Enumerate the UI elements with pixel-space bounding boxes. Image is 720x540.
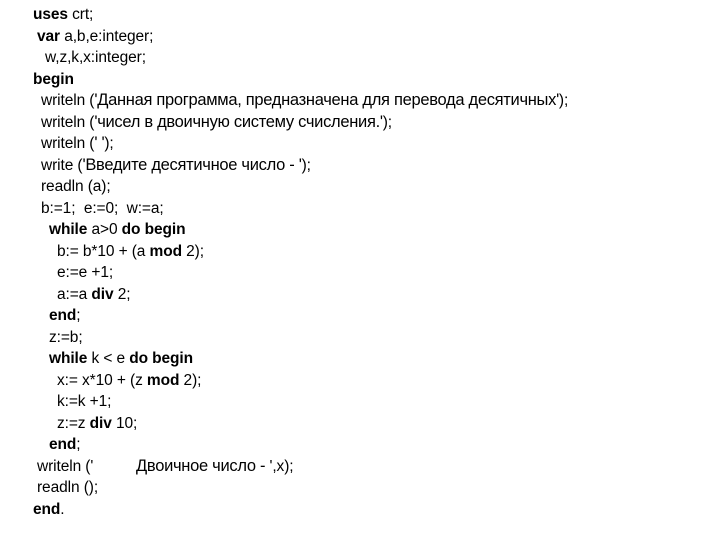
code-line: while k < e do begin — [33, 348, 568, 370]
code-text: ); — [104, 135, 114, 152]
code-line: writeln (' '); — [33, 133, 568, 155]
code-line: var a,b,e:integer; — [33, 26, 568, 48]
code-line: readln (); — [33, 477, 568, 499]
code-line: e:=e +1; — [33, 262, 568, 284]
code-text: 10; — [111, 414, 138, 432]
code-text: w,z,k,x:integer; — [45, 49, 146, 66]
code-text: writeln ( — [41, 135, 95, 152]
code-text: z:=z — [57, 414, 90, 432]
string-literal: 'Введите десятичное число - ' — [82, 155, 302, 174]
code-text: ',x); — [269, 457, 294, 475]
keyword: begin — [33, 70, 74, 88]
keyword: do begin — [121, 221, 186, 238]
code-text: 2); — [181, 242, 204, 260]
code-line: begin — [33, 69, 568, 91]
code-line: writeln ('Данная программа, предназначен… — [33, 90, 568, 112]
code-text: k:=k +1; — [57, 393, 112, 410]
code-text: writeln (' — [37, 457, 94, 475]
code-text: ); — [301, 156, 311, 174]
string-literal: 'Данная программа, предназначена для пер… — [94, 91, 559, 109]
code-text: a>0 — [87, 221, 122, 238]
code-text: readln (a); — [41, 178, 111, 195]
keyword: do begin — [129, 350, 193, 367]
code-line: b:=1; e:=0; w:=a; — [33, 198, 568, 220]
code-text: a:=a — [57, 285, 92, 303]
code-text: 2; — [113, 285, 131, 303]
code-text: write ( — [41, 156, 83, 174]
code-text: ; — [76, 436, 81, 453]
code-text: ; — [76, 307, 81, 324]
code-text: crt; — [67, 6, 94, 23]
code-listing: uses crt; var a,b,e:integer; w,z,k,x:integ… — [33, 4, 568, 520]
keyword: var — [37, 27, 60, 45]
string-literal: Двоичное число - — [93, 456, 270, 475]
keyword: while — [49, 350, 88, 367]
code-text: e:=e +1; — [57, 264, 114, 281]
code-line: end; — [33, 434, 568, 456]
string-literal: 'чисел в двоичную систему счисления.' — [94, 112, 383, 131]
code-text: 2); — [179, 371, 202, 389]
code-line: z:=b; — [33, 327, 568, 349]
code-line: end. — [33, 499, 568, 521]
code-line: uses crt; — [33, 4, 568, 26]
code-text: b:=1; e:=0; w:=a; — [41, 199, 164, 217]
code-line: while a>0 do begin — [33, 219, 568, 241]
code-text: k < e — [87, 350, 130, 367]
code-text: readln (); — [37, 479, 99, 496]
code-text: writeln ( — [41, 92, 95, 109]
code-line: writeln (' Двоичное число - ',x); — [33, 456, 568, 478]
code-line: write ('Введите десятичное число - '); — [33, 155, 568, 177]
code-line: writeln ('чисел в двоичную систему счисл… — [33, 112, 568, 134]
code-text: b:= b*10 + (a — [57, 242, 150, 260]
code-text: writeln ( — [41, 113, 95, 131]
code-line: end; — [33, 305, 568, 327]
keyword: mod — [146, 371, 180, 389]
code-line: b:= b*10 + (a mod 2); — [33, 241, 568, 263]
keyword: end — [49, 436, 77, 453]
keyword: end — [49, 307, 77, 324]
code-text: ); — [558, 92, 569, 109]
code-line: z:=z div 10; — [33, 413, 568, 435]
keyword: while — [49, 221, 88, 238]
code-line: w,z,k,x:integer; — [33, 47, 568, 69]
keyword: end — [33, 500, 61, 518]
keyword: div — [89, 414, 112, 432]
code-line: x:= x*10 + (z mod 2); — [33, 370, 568, 392]
keyword: uses — [33, 6, 68, 23]
code-line: readln (a); — [33, 176, 568, 198]
code-line: k:=k +1; — [33, 391, 568, 413]
code-line: a:=a div 2; — [33, 284, 568, 306]
string-literal: ' ' — [94, 134, 105, 152]
code-text: z:=b; — [49, 328, 83, 346]
keyword: div — [91, 285, 114, 303]
code-text: x:= x*10 + (z — [57, 371, 147, 389]
code-text: a,b,e:integer; — [59, 27, 154, 45]
code-text: . — [60, 500, 65, 518]
code-text: ); — [382, 113, 393, 131]
keyword: mod — [149, 242, 183, 260]
